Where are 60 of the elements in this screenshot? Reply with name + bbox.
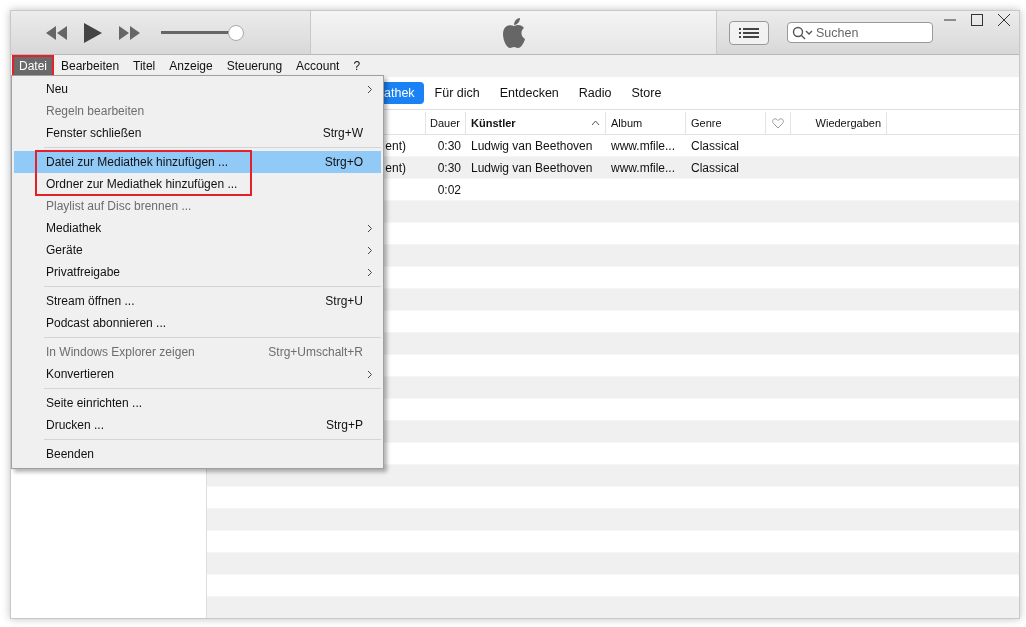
menu-item[interactable]: Konvertieren bbox=[14, 363, 381, 385]
close-icon[interactable] bbox=[997, 13, 1011, 27]
sort-caret-icon bbox=[591, 120, 600, 126]
menu-item[interactable]: Seite einrichten ... bbox=[14, 392, 381, 414]
column-header[interactable]: Album bbox=[611, 117, 643, 129]
table-cell: Ludwig van Beethoven bbox=[471, 160, 593, 175]
menu-item[interactable]: Geräte bbox=[14, 239, 381, 261]
menu-bar-item[interactable]: ? bbox=[346, 54, 368, 78]
search-input[interactable]: Suchen bbox=[814, 25, 926, 40]
shortcut-label: Strg+Umschalt+R bbox=[268, 345, 363, 359]
shortcut-label: Strg+P bbox=[325, 418, 363, 432]
table-cell: 0:02 bbox=[437, 182, 461, 197]
heart-icon[interactable] bbox=[772, 117, 784, 129]
search-icon bbox=[792, 25, 814, 40]
maximize-icon[interactable] bbox=[970, 13, 984, 27]
table-cell: 0:30 bbox=[437, 160, 461, 175]
nav-tab[interactable]: Für dich bbox=[425, 82, 489, 104]
play-icon[interactable] bbox=[83, 21, 103, 44]
table-cell: Classical bbox=[691, 138, 739, 153]
table-cell: www.mfile... bbox=[611, 160, 675, 175]
column-header[interactable]: Dauer bbox=[430, 117, 460, 129]
table-cell: Classical bbox=[691, 160, 739, 175]
nav-tab[interactable]: Entdecken bbox=[490, 82, 568, 104]
menu-item[interactable]: Beenden bbox=[14, 443, 381, 465]
menu-bar-item[interactable]: Bearbeiten bbox=[54, 54, 127, 78]
shortcut-label: Strg+W bbox=[322, 126, 363, 140]
column-header[interactable]: Genre bbox=[691, 117, 722, 129]
menu-item[interactable]: Neu bbox=[14, 78, 381, 100]
menu-item[interactable]: Podcast abonnieren ... bbox=[14, 312, 381, 334]
nav-tab[interactable]: Radio bbox=[569, 82, 621, 104]
nav-tab[interactable]: athek bbox=[384, 82, 424, 104]
shortcut-label: Strg+O bbox=[324, 155, 363, 169]
menu-item[interactable]: Ordner zur Mediathek hinzufügen ... bbox=[14, 173, 381, 195]
list-view-button[interactable] bbox=[729, 20, 769, 45]
table-cell: 0:30 bbox=[437, 138, 461, 153]
table-cell: www.mfile... bbox=[611, 138, 675, 153]
column-header[interactable]: Künstler bbox=[471, 117, 516, 129]
slider-thumb[interactable] bbox=[228, 24, 245, 41]
column-header[interactable]: Wiedergaben bbox=[815, 117, 881, 129]
menu-item[interactable]: Stream öffnen ... Strg+U bbox=[14, 290, 381, 312]
apple-icon bbox=[500, 16, 527, 49]
menu-bar-item[interactable]: Steuerung bbox=[219, 54, 290, 78]
volume-slider[interactable] bbox=[161, 24, 243, 41]
shortcut-label: Strg+U bbox=[325, 294, 363, 308]
search-field[interactable]: Suchen bbox=[787, 22, 933, 43]
list-icon bbox=[738, 26, 760, 39]
menu-item[interactable]: Drucken ... Strg+P bbox=[14, 414, 381, 436]
menu-bar-item[interactable]: Anzeige bbox=[162, 54, 220, 78]
nav-tab[interactable]: Store bbox=[622, 82, 671, 104]
menu-item[interactable]: Privatfreigabe bbox=[14, 261, 381, 283]
table-cell: ent) bbox=[385, 138, 406, 153]
menu-bar-item[interactable]: Account bbox=[289, 54, 347, 78]
menu-bar-item[interactable]: Titel bbox=[126, 54, 163, 78]
table-cell: Ludwig van Beethoven bbox=[471, 138, 593, 153]
menu-item[interactable]: Fenster schließen Strg+W bbox=[14, 122, 381, 144]
fast-forward-icon[interactable] bbox=[117, 24, 141, 41]
menu-item[interactable]: Datei zur Mediathek hinzufügen ... Strg+O bbox=[14, 151, 381, 173]
rewind-icon[interactable] bbox=[45, 24, 69, 41]
menu-item[interactable]: Mediathek bbox=[14, 217, 381, 239]
table-cell: ent) bbox=[385, 160, 406, 175]
